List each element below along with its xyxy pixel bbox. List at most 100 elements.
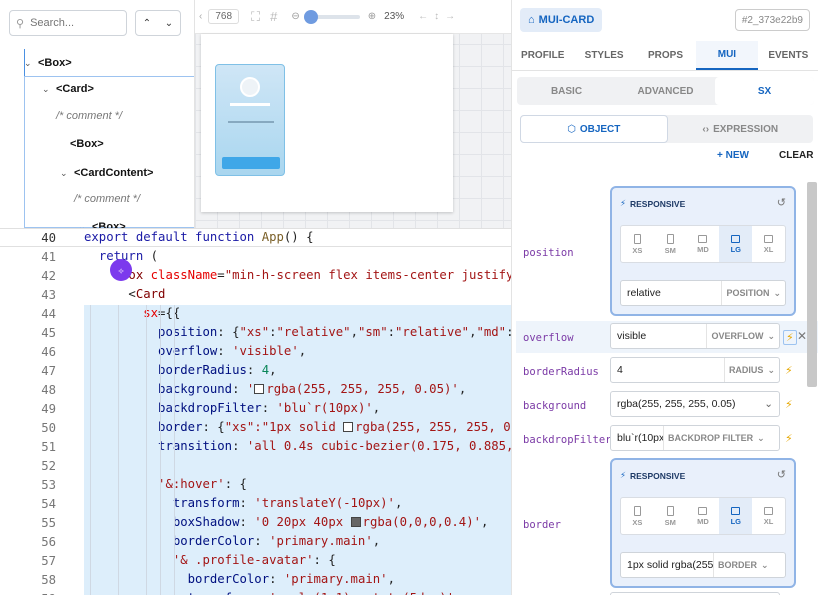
breakpoint-md[interactable]: MD <box>687 226 720 262</box>
ai-sparkle-icon[interactable]: ✧ <box>110 259 132 281</box>
code-line[interactable]: borderColor: 'primary.main', <box>84 572 395 586</box>
zoom-out-icon[interactable]: ⊖ <box>291 11 299 22</box>
tree-node[interactable]: /* comment */ <box>56 103 122 129</box>
code-line[interactable]: transition: 'all 0.4s cubic-bezier(0.175… <box>84 439 511 453</box>
chevron-down-icon[interactable]: ⌄ <box>165 18 173 29</box>
tree-search[interactable]: ⚲ <box>9 10 127 36</box>
code-line[interactable]: border: {"xs":"1px solid rgba(255, 255, … <box>84 420 511 434</box>
tab-profile[interactable]: PROFILE <box>512 41 573 70</box>
backdropFilter-input[interactable]: blu`r(10px) BACKDROP FILTER ⌄ <box>610 425 780 451</box>
breakpoint-label: LG <box>730 516 741 526</box>
code-line[interactable]: backdropFilter: 'blu`r(10px)', <box>84 401 380 415</box>
line-number: 51 <box>41 440 56 454</box>
border-input[interactable]: 1px solid rgba(255, 255, 255, 0.1) BORDE… <box>620 552 786 578</box>
breakpoint-xs[interactable]: XS <box>621 498 654 534</box>
close-icon[interactable]: ✕ <box>797 329 807 343</box>
breakpoint-xs[interactable]: XS <box>621 226 654 262</box>
tab-props[interactable]: PROPS <box>635 41 696 70</box>
chevron-down-icon[interactable]: ⌄ <box>60 168 74 179</box>
arrow-right-icon[interactable]: → <box>445 11 455 22</box>
tree-node[interactable]: <Box> <box>56 131 104 157</box>
tree-node[interactable]: /* comment */ <box>74 186 140 212</box>
line-number: 53 <box>41 478 56 492</box>
grid-icon[interactable]: # <box>270 9 277 24</box>
tree-node[interactable]: ⌄ <Box> <box>24 50 72 76</box>
code-line[interactable]: sx={{ <box>84 306 180 320</box>
breakpoint-xl[interactable]: XL <box>752 498 785 534</box>
chevron-down-icon[interactable]: ⌄ <box>764 398 779 410</box>
code-line[interactable]: <Box className="min-h-screen flex items-… <box>84 268 511 282</box>
code-line[interactable]: '& .profile-avatar': { <box>84 553 336 567</box>
code-line[interactable]: boxShadow: '0 20px 40px rgba(0,0,0,0.4)'… <box>84 515 489 529</box>
mode-expression[interactable]: ‹› EXPRESSION <box>668 115 814 143</box>
tab-styles[interactable]: STYLES <box>573 41 634 70</box>
code-line[interactable]: transform: 'scale(1.1) rotate(5deg)', <box>84 591 462 595</box>
arrow-vertical-icon[interactable]: ↕ <box>434 11 439 22</box>
chevron-down-icon[interactable]: ⌄ <box>24 58 38 69</box>
responsive-toggle-icon[interactable]: ⚡ <box>783 330 797 345</box>
clear-button[interactable]: CLEAR <box>779 150 813 161</box>
tree-node[interactable]: ⌄ <Box> <box>78 214 126 228</box>
code-line[interactable]: background: ' rgba(255, 255, 255, 0.05)', <box>84 382 466 396</box>
search-input[interactable] <box>30 17 111 29</box>
zoom-in-icon[interactable]: ⊕ <box>368 11 376 22</box>
chevron-up-icon[interactable]: ⌃ <box>143 18 151 29</box>
canvas-frame[interactable] <box>201 34 453 212</box>
code-line[interactable]: borderColor: 'primary.main', <box>84 534 380 548</box>
zoom-slider-handle[interactable] <box>303 9 318 24</box>
breakpoint-lg[interactable]: LG <box>719 498 753 534</box>
new-button[interactable]: + NEW <box>717 150 749 161</box>
code-line[interactable]: borderRadius: 4, <box>84 363 276 377</box>
background-input[interactable]: rgba(255, 255, 255, 0.05) ⌄ <box>610 391 780 417</box>
chevron-down-icon[interactable]: ⌄ <box>42 84 56 95</box>
code-line[interactable]: transform: 'translateY(-10px)', <box>84 496 403 510</box>
history-icon[interactable]: ↺ <box>777 468 786 481</box>
tree-node[interactable]: ⌄ <Card> <box>42 76 94 102</box>
tab-events[interactable]: EVENTS <box>758 41 818 70</box>
line-number: 58 <box>41 573 56 587</box>
code-line[interactable]: position: {"xs":"relative","sm":"relativ… <box>84 325 511 339</box>
backdrop-select[interactable]: BACKDROP FILTER ⌄ <box>663 426 769 450</box>
subtab-basic[interactable]: BASIC <box>517 77 616 105</box>
design-canvas[interactable]: ‹ 768 ⛶ # ⊖ ⊕ 23% ← ↕ → <box>195 0 511 228</box>
breakpoint-sm[interactable]: SM <box>654 498 687 534</box>
zoom-slider[interactable] <box>303 9 360 24</box>
borderRadius-input[interactable]: 4 RADIUS ⌄ <box>610 357 780 383</box>
breakpoint-lg[interactable]: LG <box>719 226 753 262</box>
mode-object[interactable]: ⬡ OBJECT <box>520 115 668 143</box>
prop-label-position: position <box>523 247 574 259</box>
code-line[interactable]: '&:hover': { <box>84 477 247 491</box>
width-field[interactable]: 768 <box>208 9 240 24</box>
radius-select[interactable]: RADIUS ⌄ <box>723 358 779 382</box>
indent-guide <box>118 305 119 595</box>
breakpoint-xl[interactable]: XL <box>752 226 785 262</box>
arrow-left-icon[interactable]: ← <box>418 11 428 22</box>
overflow-select[interactable]: OVERFLOW ⌄ <box>706 324 779 348</box>
fit-icon[interactable]: ⛶ <box>251 9 260 25</box>
subtab-sx[interactable]: SX <box>715 77 814 105</box>
overflow-input[interactable]: visible OVERFLOW ⌄ <box>610 323 780 349</box>
history-icon[interactable]: ↺ <box>777 196 786 209</box>
code-line[interactable]: <Card <box>84 287 165 301</box>
cube-icon: ⬡ <box>567 123 576 135</box>
responsive-toggle-icon[interactable]: ⚡ <box>785 432 793 445</box>
chevron-left-icon[interactable]: ‹ <box>199 11 202 22</box>
panel-tabs: PROFILE STYLES PROPS MUI EVENTS <box>512 41 818 71</box>
responsive-toggle-icon[interactable]: ⚡ <box>785 398 793 411</box>
panel-scrollbar[interactable] <box>807 182 817 387</box>
breakpoint-md[interactable]: MD <box>687 498 720 534</box>
line-number: 42 <box>41 269 56 283</box>
subtab-advanced[interactable]: ADVANCED <box>616 77 715 105</box>
code-editor[interactable]: 40 export default function App() {41 retu… <box>0 228 511 595</box>
tree-nav-buttons[interactable]: ⌃ ⌄ <box>135 10 181 36</box>
tab-mui[interactable]: MUI <box>696 41 758 70</box>
card-preview[interactable] <box>215 64 285 176</box>
code-line[interactable]: export default function App() { <box>84 230 314 244</box>
device-icon <box>764 234 774 243</box>
border-select[interactable]: BORDER ⌄ <box>713 553 773 577</box>
breakpoint-sm[interactable]: SM <box>654 226 687 262</box>
responsive-toggle-icon[interactable]: ⚡ <box>785 364 793 377</box>
tree-node[interactable]: ⌄ <CardContent> <box>60 160 153 186</box>
position-select[interactable]: POSITION ⌄ <box>721 281 785 305</box>
position-input[interactable]: relative POSITION ⌄ <box>620 280 786 306</box>
